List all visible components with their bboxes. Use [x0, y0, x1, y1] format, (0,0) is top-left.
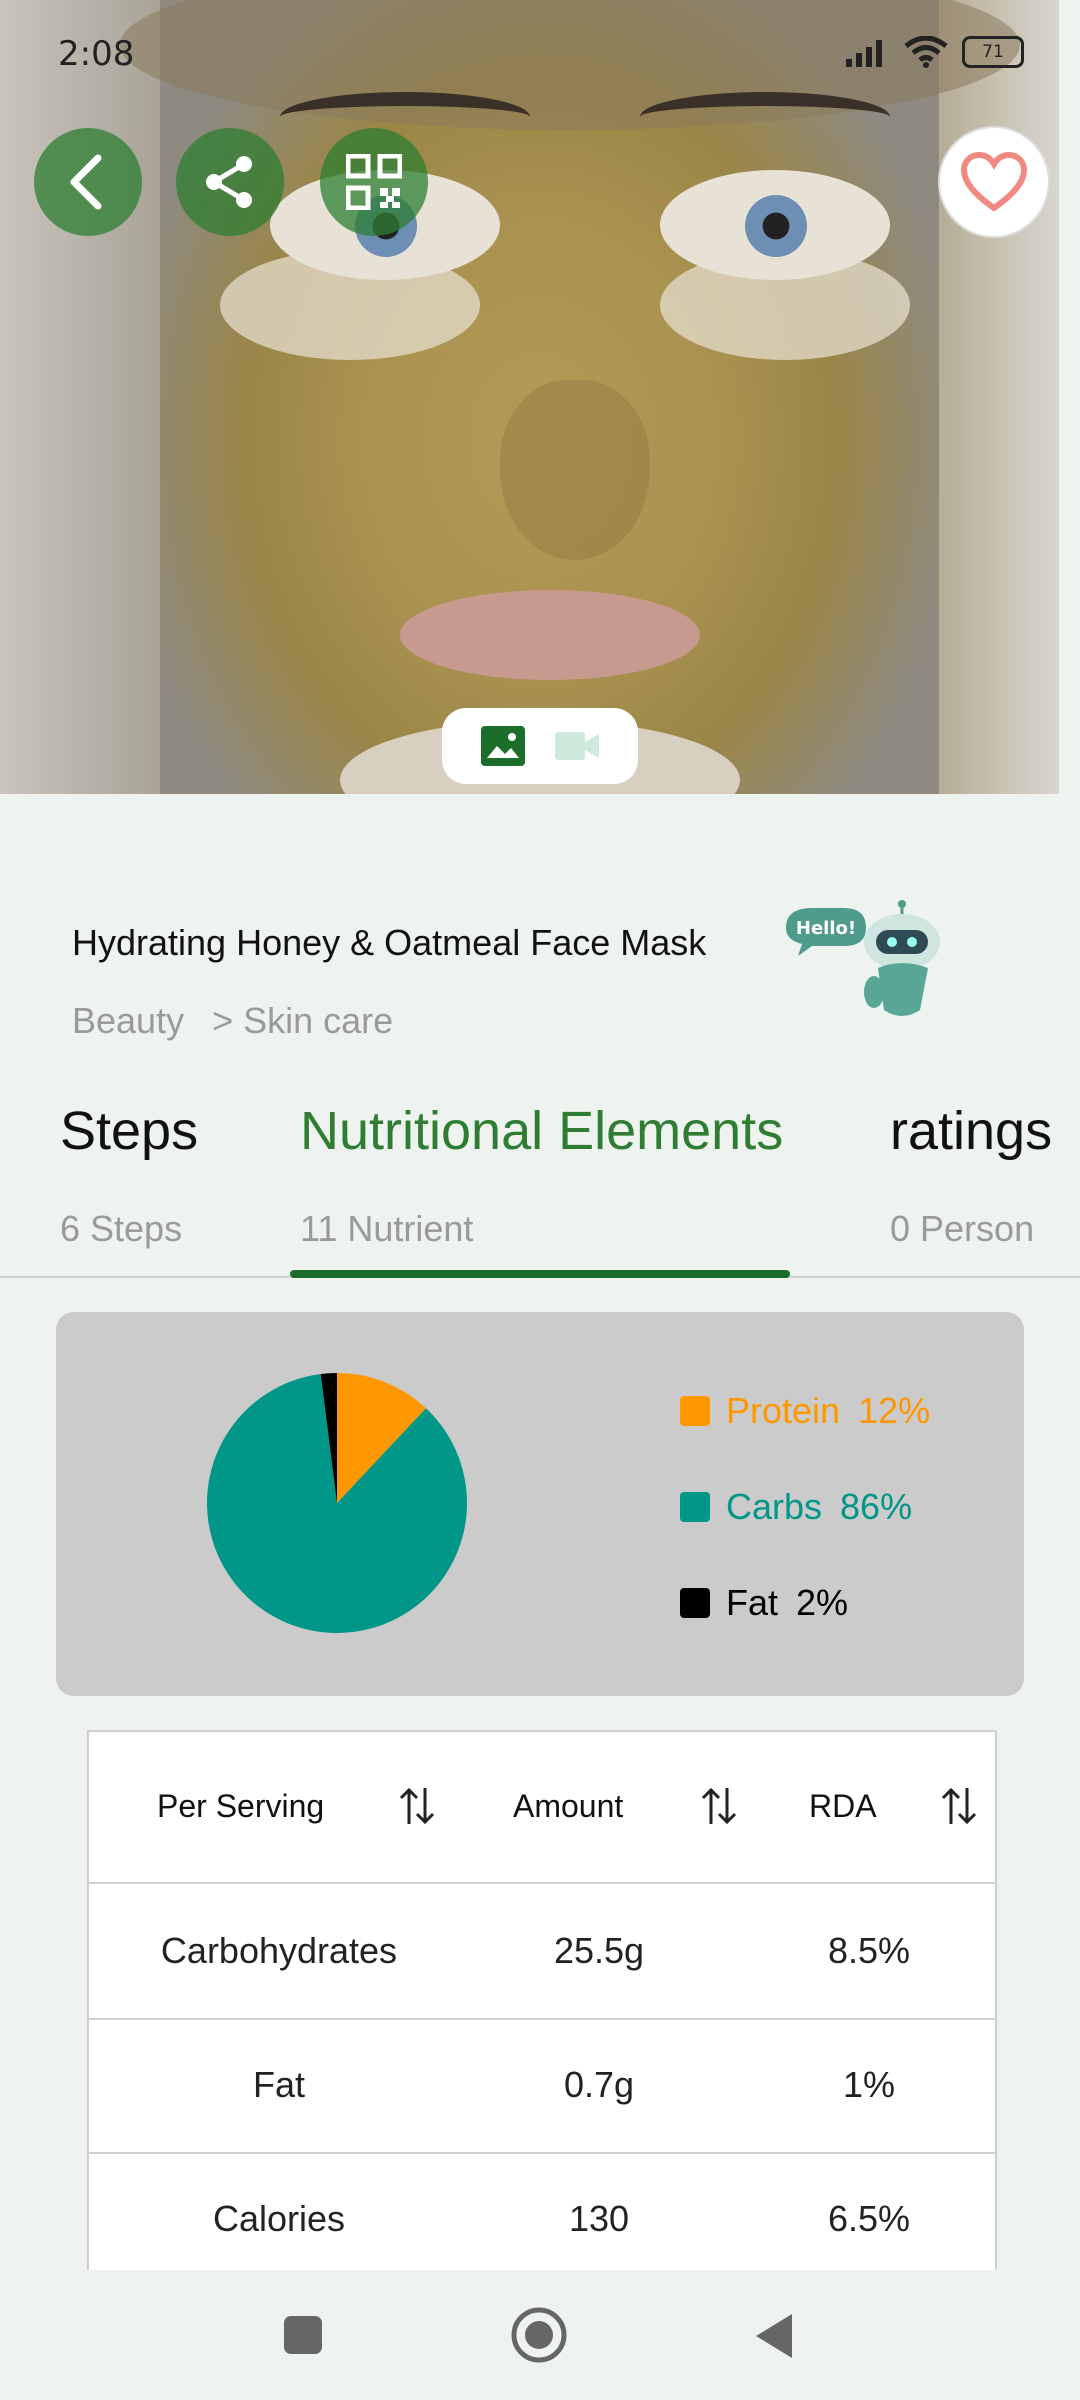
cell-amount: 25.5g [553, 1930, 645, 1971]
battery-indicator: 71 [962, 36, 1024, 68]
cell-rda: 6.5% [827, 2198, 911, 2239]
nutrition-pie-chart [207, 1373, 467, 1633]
chevron-left-icon [70, 154, 102, 210]
tab-nutritional-elements-count: 11 Nutrient [300, 1208, 474, 1249]
signal-icon [846, 40, 882, 67]
legend-pct-carbs: 86% [840, 1486, 913, 1527]
tab-nutritional-elements[interactable]: Nutritional Elements 11 Nutrient [300, 1100, 784, 1249]
header-amount[interactable]: Amount [513, 1788, 623, 1825]
wifi-icon [904, 36, 948, 68]
legend-pct-fat: 2% [796, 1582, 849, 1623]
legend-label-carbs: Carbs [726, 1486, 823, 1527]
table-header: Per Serving Amount RDA [89, 1732, 995, 1884]
assistant-greeting: Hello! [796, 918, 856, 939]
cell-nutrient: Calories [212, 2198, 346, 2239]
breadcrumb-category[interactable]: Beauty [72, 1000, 184, 1041]
recents-button-icon[interactable] [282, 2314, 324, 2356]
tab-nutritional-elements-label: Nutritional Elements [300, 1101, 784, 1161]
legend-label-protein: Protein [726, 1390, 841, 1431]
cell-amount: 0.7g [563, 2064, 635, 2105]
cell-rda: 8.5% [827, 1930, 911, 1971]
back-button[interactable] [34, 128, 142, 236]
breadcrumb-subcategory[interactable]: > Skin care [212, 1000, 393, 1041]
cell-nutrient: Carbohydrates [160, 1930, 398, 1971]
table-row: Calories 130 6.5% [89, 2152, 995, 2286]
home-button-icon[interactable] [510, 2306, 568, 2364]
legend-swatch-protein [680, 1396, 710, 1426]
active-tab-indicator [290, 1270, 790, 1278]
legend-swatch-carbs [680, 1492, 710, 1522]
tab-ratings[interactable]: ratings 0 Person [890, 1100, 1053, 1249]
breadcrumb: Beauty > Skin care [72, 1000, 411, 1042]
tab-ratings-label: ratings [890, 1101, 1053, 1161]
legend-label-fat: Fat [726, 1582, 779, 1623]
table-row: Fat 0.7g 1% [89, 2018, 995, 2154]
sort-amount-icon[interactable] [699, 1784, 739, 1828]
assistant-robot-icon[interactable]: Hello! [782, 900, 952, 1030]
status-time: 2:08 [58, 34, 135, 74]
legend-item-carbs: Carbs 86% [680, 1486, 912, 1528]
video-icon[interactable] [555, 730, 599, 762]
cell-amount: 130 [568, 2198, 630, 2239]
qr-code-icon [346, 154, 402, 210]
tab-steps-label: Steps [60, 1101, 199, 1161]
sort-rda-icon[interactable] [939, 1784, 979, 1828]
favorite-button[interactable] [938, 126, 1050, 238]
tab-steps-count: 6 Steps [60, 1208, 183, 1249]
tab-steps[interactable]: Steps 6 Steps [60, 1100, 199, 1249]
qr-code-button[interactable] [320, 128, 428, 236]
media-type-toggle[interactable] [442, 708, 638, 784]
table-row: Carbohydrates 25.5g 8.5% [89, 1884, 995, 2020]
tab-ratings-count: 0 Person [890, 1208, 1035, 1249]
recipe-title: Hydrating Honey & Oatmeal Face Mask [72, 922, 707, 963]
legend-swatch-fat [680, 1588, 710, 1618]
share-button[interactable] [176, 128, 284, 236]
legend-pct-protein: 12% [858, 1390, 931, 1431]
image-icon[interactable] [481, 726, 525, 766]
legend-item-protein: Protein 12% [680, 1390, 930, 1432]
cell-nutrient: Fat [252, 2064, 305, 2105]
legend-item-fat: Fat 2% [680, 1582, 848, 1624]
system-navigation-bar [0, 2270, 1080, 2400]
heart-icon [961, 152, 1027, 212]
nutrition-table: Per Serving Amount RDA Carbohydrates 25.… [87, 1730, 997, 2272]
recipe-hero-image [0, 0, 1059, 794]
status-bar: 2:08 71 [0, 0, 1080, 110]
sort-per-serving-icon[interactable] [397, 1784, 437, 1828]
header-per-serving[interactable]: Per Serving [157, 1788, 324, 1825]
header-rda[interactable]: RDA [809, 1788, 877, 1825]
back-nav-icon[interactable] [752, 2312, 796, 2360]
share-icon [206, 156, 252, 208]
cell-rda: 1% [842, 2064, 896, 2105]
